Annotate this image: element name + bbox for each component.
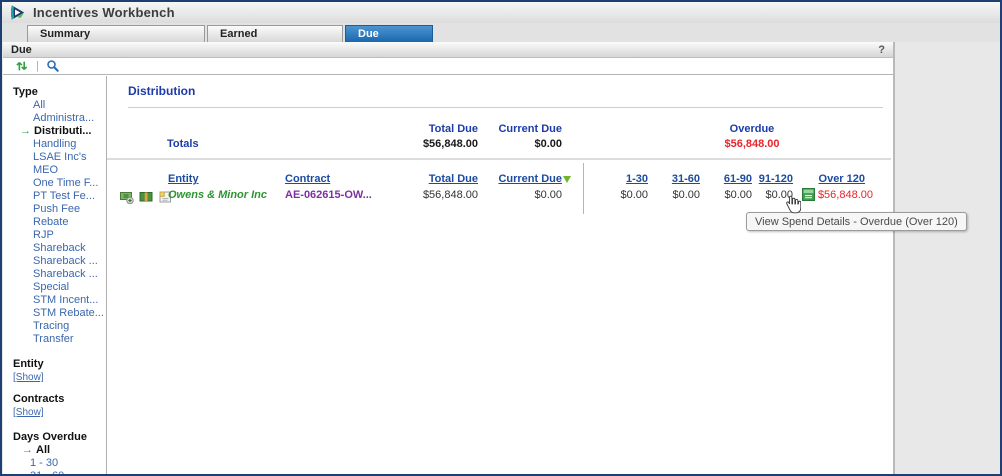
view-spend-details-icon[interactable] — [802, 188, 815, 201]
sidebar-item-special[interactable]: Special — [3, 281, 106, 294]
panel-title: Due — [11, 44, 32, 56]
toolbar: | — [3, 58, 893, 75]
sidebar-item-days-1-30[interactable]: 1 - 30 — [3, 457, 106, 470]
column-group-divider — [583, 163, 584, 214]
entity-section-header: Entity — [3, 358, 106, 371]
sidebar-item-meo[interactable]: MEO — [3, 164, 106, 177]
contracts-section-header: Contracts — [3, 393, 106, 406]
sidebar-item-days-all[interactable]: →All — [3, 444, 106, 457]
tab-due[interactable]: Due — [345, 25, 433, 42]
tab-summary[interactable]: Summary — [27, 25, 205, 42]
row-aging-1-30-value: $0.00 — [598, 189, 648, 201]
sidebar-item-shareback[interactable]: Shareback — [3, 242, 106, 255]
filter-sidebar: Type All Administra... →Distributi... Ha… — [3, 76, 107, 474]
app-window: Incentives Workbench Summary Earned Due … — [0, 0, 1002, 476]
sidebar-item-stm-rebate[interactable]: STM Rebate... — [3, 307, 106, 320]
totals-current-due-label: Current Due — [485, 123, 562, 135]
distribution-pane: Distribution Total Due Current Due Overd… — [107, 76, 891, 474]
tab-earned[interactable]: Earned — [207, 25, 343, 42]
contracts-show-link[interactable]: [Show] — [3, 406, 106, 419]
sidebar-item-one-time[interactable]: One Time F... — [3, 177, 106, 190]
sidebar-item-all[interactable]: All — [3, 99, 106, 112]
total-due-column-header[interactable]: Total Due — [387, 173, 478, 185]
sidebar-item-transfer[interactable]: Transfer — [3, 333, 106, 346]
divider — [107, 158, 891, 160]
sidebar-item-days-31-60[interactable]: 31 - 60 — [3, 470, 106, 474]
row-aging-31-60-value: $0.00 — [650, 189, 700, 201]
type-section-header: Type — [3, 86, 106, 99]
sidebar-item-rjp[interactable]: RJP — [3, 229, 106, 242]
totals-overdue-label: Overdue — [667, 123, 837, 135]
app-title: Incentives Workbench — [33, 5, 175, 20]
sidebar-item-handling[interactable]: Handling — [3, 138, 106, 151]
entity-value[interactable]: Owens & Minor Inc — [168, 189, 267, 201]
tab-strip: Summary Earned Due — [2, 23, 1000, 42]
panel-header: Due ? — [3, 42, 893, 58]
row-current-due-value: $0.00 — [485, 189, 562, 201]
sidebar-item-shareback2[interactable]: Shareback ... — [3, 255, 106, 268]
selected-arrow-icon: → — [20, 125, 31, 137]
sidebar-item-push-fee[interactable]: Push Fee — [3, 203, 106, 216]
aging-1-30-header[interactable]: 1-30 — [598, 173, 648, 185]
row-total-due-value: $56,848.00 — [387, 189, 478, 201]
current-due-column-header[interactable]: Current Due — [498, 173, 562, 185]
entity-column-header[interactable]: Entity — [168, 173, 258, 185]
search-icon[interactable] — [46, 59, 60, 73]
contract-value[interactable]: AE-062615-OW... — [285, 189, 372, 201]
row-action-icons — [120, 190, 172, 204]
row-over-120-value: $56,848.00 — [818, 189, 873, 201]
entity-show-link[interactable]: [Show] — [3, 371, 106, 384]
refresh-icon[interactable] — [15, 59, 29, 73]
sidebar-item-pt-test[interactable]: PT Test Fe... — [3, 190, 106, 203]
sidebar-item-stm-incent[interactable]: STM Incent... — [3, 294, 106, 307]
totals-total-due-value: $56,848.00 — [387, 138, 478, 150]
selected-arrow-icon: → — [22, 444, 33, 456]
totals-total-due-label: Total Due — [387, 123, 478, 135]
add-money-icon[interactable] — [120, 190, 134, 204]
totals-current-due-value: $0.00 — [485, 138, 562, 150]
totals-row-label: Totals — [167, 138, 227, 150]
sidebar-item-administra[interactable]: Administra... — [3, 112, 106, 125]
toolbar-separator: | — [36, 60, 39, 72]
due-panel: Due ? | Type All Administra... — [3, 42, 895, 474]
sort-descending-icon[interactable] — [563, 176, 571, 183]
sidebar-item-lsae[interactable]: LSAE Inc's — [3, 151, 106, 164]
aging-over-120-header[interactable]: Over 120 — [773, 173, 865, 185]
sidebar-item-rebate[interactable]: Rebate — [3, 216, 106, 229]
money-icon[interactable] — [139, 190, 153, 204]
sidebar-item-tracing[interactable]: Tracing — [3, 320, 106, 333]
contract-column-header[interactable]: Contract — [285, 173, 375, 185]
totals-overdue-value: $56,848.00 — [667, 138, 837, 150]
sidebar-item-shareback3[interactable]: Shareback ... — [3, 268, 106, 281]
sidebar-item-distribution[interactable]: →Distributi... — [3, 125, 106, 138]
title-bar: Incentives Workbench — [2, 2, 1000, 23]
days-overdue-section-header: Days Overdue — [3, 431, 106, 444]
help-icon[interactable]: ? — [878, 44, 885, 56]
divider — [128, 107, 883, 108]
aging-31-60-header[interactable]: 31-60 — [650, 173, 700, 185]
tooltip: View Spend Details - Overdue (Over 120) — [746, 212, 967, 231]
section-title: Distribution — [128, 84, 195, 98]
app-logo-icon — [9, 4, 26, 21]
